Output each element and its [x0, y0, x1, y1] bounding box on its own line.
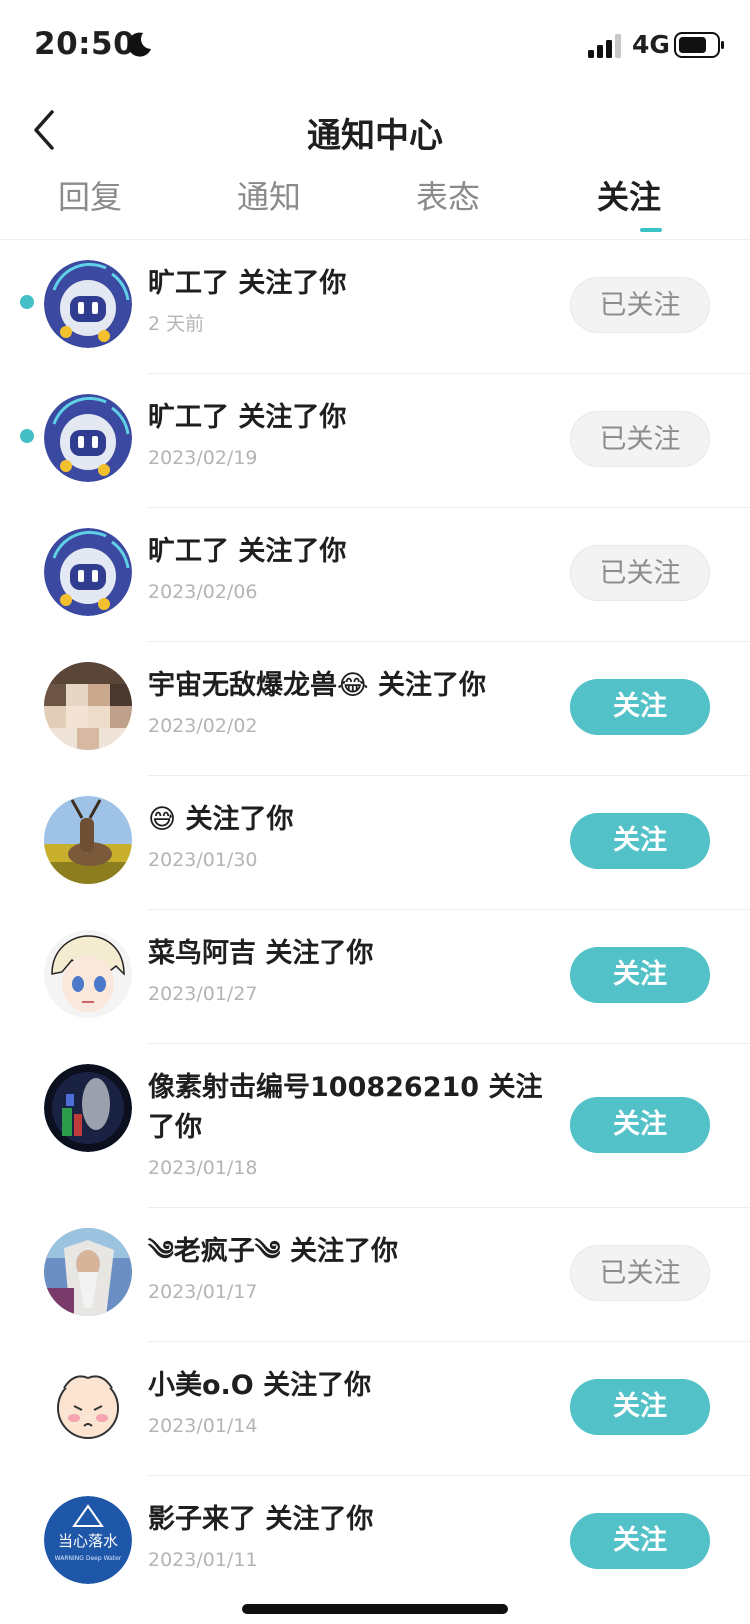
notification-title: ༄老疯子༄ 关注了你 — [148, 1236, 398, 1267]
avatar[interactable] — [44, 662, 132, 750]
notification-title: 旷工了 关注了你 — [148, 268, 347, 299]
avatar[interactable]: 当心落水 WARNING Deep Water — [44, 1496, 132, 1584]
notification-message[interactable]: 旷工了 关注了你 2 天前 — [148, 264, 548, 338]
sign-avatar: 当心落水 WARNING Deep Water — [44, 1496, 132, 1584]
avatar[interactable] — [44, 930, 132, 1018]
notification-message[interactable]: 影子来了 关注了你 2023/01/11 — [148, 1500, 548, 1574]
tab-bar: 回复 通知 表态 关注 — [0, 172, 750, 234]
following-button[interactable]: 已关注 — [570, 545, 710, 601]
notification-message[interactable]: 😅 关注了你 2023/01/30 — [148, 800, 548, 874]
page-title: 通知中心 — [307, 116, 443, 156]
unread-dot — [20, 429, 34, 443]
notification-time: 2023/01/27 — [148, 983, 258, 1005]
list-item: 小美o.O 关注了你 2023/01/14 关注 — [0, 1342, 750, 1476]
pixelated-avatar — [44, 662, 132, 750]
avatar[interactable] — [44, 1064, 132, 1152]
notification-message[interactable]: 菜鸟阿吉 关注了你 2023/01/27 — [148, 934, 548, 1008]
avatar[interactable] — [44, 260, 132, 348]
notification-time: 2023/01/17 — [148, 1281, 258, 1303]
network-label: 4G — [632, 30, 670, 59]
list-item: 旷工了 关注了你 2023/02/06 已关注 — [0, 508, 750, 642]
notification-title: 影子来了 关注了你 — [148, 1504, 374, 1535]
signal-icon — [588, 34, 621, 58]
notification-title: 菜鸟阿吉 关注了你 — [148, 938, 374, 969]
list-item: ༄老疯子༄ 关注了你 2023/01/17 已关注 — [0, 1208, 750, 1342]
follow-button[interactable]: 关注 — [570, 947, 710, 1003]
follow-button[interactable]: 关注 — [570, 1097, 710, 1153]
avatar[interactable] — [44, 796, 132, 884]
list-item: 旷工了 关注了你 2 天前 已关注 — [0, 240, 750, 374]
following-button[interactable]: 已关注 — [570, 411, 710, 467]
moon-icon — [127, 32, 151, 57]
wizard-avatar — [44, 1228, 132, 1316]
notification-message[interactable]: ༄老疯子༄ 关注了你 2023/01/17 — [148, 1232, 548, 1306]
home-indicator — [242, 1604, 508, 1614]
avatar[interactable] — [44, 528, 132, 616]
robot-avatar — [44, 260, 132, 348]
sign-text: 当心落水 — [58, 1532, 118, 1550]
notification-time: 2 天前 — [148, 313, 205, 335]
notification-title: 旷工了 关注了你 — [148, 536, 347, 567]
tab-notice[interactable]: 通知 — [209, 172, 329, 218]
list-item: 像素射击编号100826210 关注了你 2023/01/18 关注 — [0, 1044, 750, 1208]
notification-list: 旷工了 关注了你 2 天前 已关注 旷工了 关注了你 2023/02/19 已关… — [0, 240, 750, 1610]
dark-avatar — [44, 1064, 132, 1152]
tab-active-indicator — [640, 228, 662, 232]
notification-title: 像素射击编号100826210 关注了你 — [148, 1072, 543, 1143]
following-button[interactable]: 已关注 — [570, 1245, 710, 1301]
notification-time: 2023/01/30 — [148, 849, 258, 871]
notification-message[interactable]: 宇宙无敌爆龙兽😂 关注了你 2023/02/02 — [148, 666, 548, 740]
notification-title: 旷工了 关注了你 — [148, 402, 347, 433]
anime-avatar — [44, 930, 132, 1018]
list-item: 😅 关注了你 2023/01/30 关注 — [0, 776, 750, 910]
notification-message[interactable]: 像素射击编号100826210 关注了你 2023/01/18 — [148, 1068, 548, 1182]
list-item: 宇宙无敌爆龙兽😂 关注了你 2023/02/02 关注 — [0, 642, 750, 776]
following-button[interactable]: 已关注 — [570, 277, 710, 333]
status-bar: 20:50 4G — [0, 0, 750, 92]
follow-button[interactable]: 关注 — [570, 1513, 710, 1569]
follow-button[interactable]: 关注 — [570, 1379, 710, 1435]
battery-icon — [674, 32, 724, 58]
robot-avatar — [44, 528, 132, 616]
notification-message[interactable]: 旷工了 关注了你 2023/02/19 — [148, 398, 548, 472]
status-time: 20:50 — [34, 26, 136, 62]
avatar[interactable] — [44, 394, 132, 482]
notification-time: 2023/01/18 — [148, 1157, 258, 1179]
tab-reactions[interactable]: 表态 — [388, 172, 508, 218]
notification-time: 2023/01/14 — [148, 1415, 258, 1437]
notification-message[interactable]: 旷工了 关注了你 2023/02/06 — [148, 532, 548, 606]
sign-subtext: WARNING Deep Water — [55, 1555, 122, 1562]
antelope-avatar — [44, 796, 132, 884]
cartoon-avatar — [44, 1362, 132, 1450]
avatar[interactable] — [44, 1228, 132, 1316]
notification-title: 小美o.O 关注了你 — [148, 1370, 372, 1401]
tab-reply[interactable]: 回复 — [30, 172, 150, 218]
follow-button[interactable]: 关注 — [570, 679, 710, 735]
follow-button[interactable]: 关注 — [570, 813, 710, 869]
notification-title: 😅 关注了你 — [148, 804, 294, 835]
notification-time: 2023/02/19 — [148, 447, 258, 469]
list-item: 当心落水 WARNING Deep Water 影子来了 关注了你 2023/0… — [0, 1476, 750, 1610]
notification-message[interactable]: 小美o.O 关注了你 2023/01/14 — [148, 1366, 548, 1440]
notification-title: 宇宙无敌爆龙兽😂 关注了你 — [148, 670, 486, 701]
notification-time: 2023/01/11 — [148, 1549, 258, 1571]
notification-time: 2023/02/02 — [148, 715, 258, 737]
list-item: 旷工了 关注了你 2023/02/19 已关注 — [0, 374, 750, 508]
tab-follow[interactable]: 关注 — [569, 172, 689, 218]
notification-time: 2023/02/06 — [148, 581, 258, 603]
robot-avatar — [44, 394, 132, 482]
list-item: 菜鸟阿吉 关注了你 2023/01/27 关注 — [0, 910, 750, 1044]
avatar[interactable] — [44, 1362, 132, 1450]
unread-dot — [20, 295, 34, 309]
